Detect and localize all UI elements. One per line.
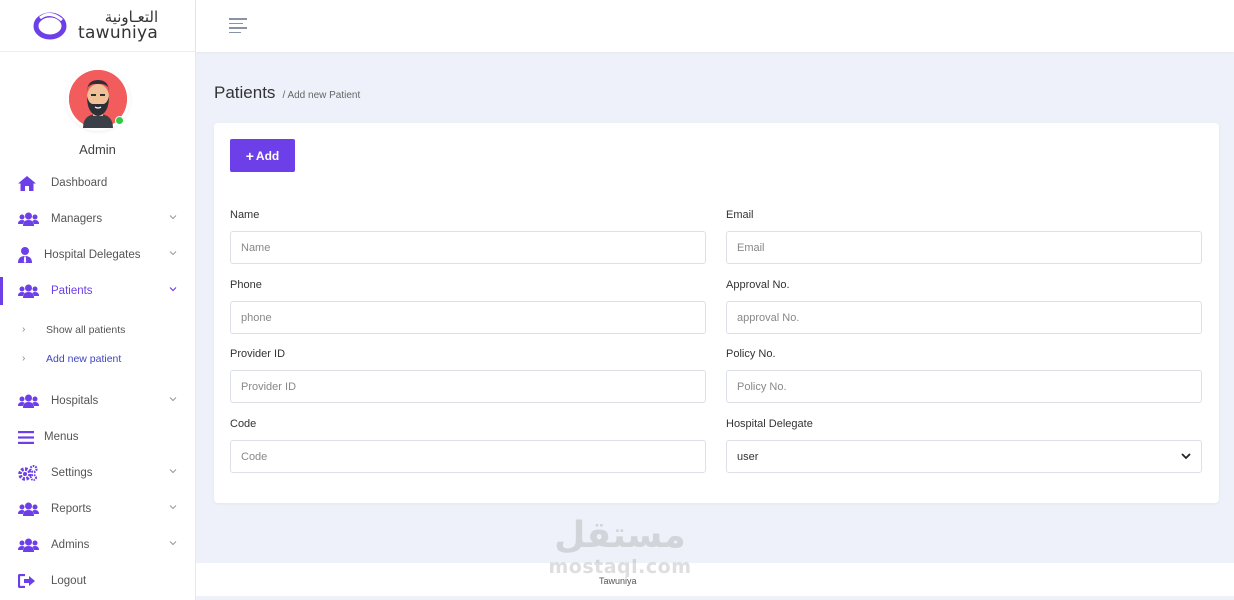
- users-icon: [18, 538, 40, 552]
- hospital-delegate-select[interactable]: user: [726, 440, 1202, 473]
- breadcrumb: / Add new Patient: [282, 90, 361, 101]
- sidebar-item-label: Logout: [51, 575, 87, 587]
- watermark-ar: مستقل: [554, 515, 686, 556]
- code-label: Code: [230, 418, 257, 430]
- sidebar-item-reports[interactable]: Reports: [0, 491, 195, 527]
- phone-field-group: Phone: [230, 279, 706, 334]
- hospital-delegate-label: Hospital Delegate: [726, 418, 813, 430]
- page-header: Patients / Add new Patient: [214, 83, 360, 103]
- policy-label: Policy No.: [726, 348, 776, 360]
- patients-submenu: › Show all patients › Add new patient: [0, 309, 195, 383]
- sidebar-subitem-label: Add new patient: [46, 352, 122, 365]
- provider-id-input[interactable]: [230, 370, 706, 403]
- sidebar-item-label: Menus: [44, 431, 79, 443]
- topbar: [196, 0, 1234, 52]
- chevron-down-icon: [1181, 453, 1191, 460]
- sidebar-item-label: Patients: [51, 285, 93, 297]
- sidebar-item-admins[interactable]: Admins: [0, 527, 195, 563]
- add-patient-card: + Add Name Email Phone Approval No. Prov…: [214, 123, 1219, 503]
- sidebar-item-label: Admins: [51, 539, 90, 551]
- add-button-label: Add: [255, 148, 280, 163]
- chevron-down-icon: [169, 215, 177, 220]
- users-icon: [18, 284, 40, 298]
- cogs-icon: [18, 465, 40, 481]
- sidebar-item-menus[interactable]: Menus: [0, 419, 195, 455]
- sidebar-item-hospital-delegates[interactable]: Hospital Delegates: [0, 237, 195, 273]
- footer: Tawuniya: [196, 563, 1234, 596]
- chevron-down-icon: [169, 469, 177, 474]
- chevron-right-icon: ›: [22, 324, 26, 335]
- users-icon: [18, 212, 40, 226]
- email-input[interactable]: [726, 231, 1202, 264]
- patients-submenu-wrapper: › Show all patients › Add new patient: [0, 309, 195, 383]
- sidebar-subitem-add-new-patient[interactable]: › Add new patient: [0, 344, 195, 373]
- users-icon: [18, 394, 40, 408]
- menu-icon: [18, 430, 34, 444]
- plus-icon: +: [245, 147, 254, 164]
- policy-no-input[interactable]: [726, 370, 1202, 403]
- sidebar-item-label: Settings: [51, 467, 93, 479]
- phone-label: Phone: [230, 279, 262, 291]
- code-field-group: Code: [230, 418, 706, 473]
- provider-field-group: Provider ID: [230, 348, 706, 403]
- sidebar-toggle-icon[interactable]: [229, 18, 247, 34]
- chevron-right-icon: ›: [22, 353, 26, 364]
- brand-logo[interactable]: التعـاونية tawuniya: [0, 0, 195, 52]
- approval-label: Approval No.: [726, 279, 790, 291]
- logout-icon: [18, 574, 40, 588]
- sidebar-subitem-label: Show all patients: [46, 323, 126, 336]
- sidebar-item-label: Dashboard: [51, 177, 108, 189]
- page-title: Patients: [214, 83, 276, 102]
- email-field-group: Email: [726, 209, 1202, 264]
- sidebar-item-managers[interactable]: Managers: [0, 201, 195, 237]
- sidebar-item-logout[interactable]: Logout: [0, 563, 195, 599]
- sidebar-item-hospitals[interactable]: Hospitals: [0, 383, 195, 419]
- chevron-down-icon: [169, 505, 177, 510]
- sidebar-item-label: Hospitals: [51, 395, 99, 407]
- profile-name: Admin: [79, 142, 116, 157]
- sidebar-item-dashboard[interactable]: Dashboard: [0, 165, 195, 201]
- user-profile: Admin: [0, 52, 195, 157]
- sidebar-subitem-show-all-patients[interactable]: › Show all patients: [0, 315, 195, 344]
- hospital-delegate-field-group: Hospital Delegate user: [726, 418, 1202, 473]
- sidebar: التعـاونية tawuniya Admin Dashboard Mana…: [0, 0, 196, 600]
- chevron-down-icon: [169, 541, 177, 546]
- chevron-down-icon: [169, 397, 177, 402]
- provider-label: Provider ID: [230, 348, 286, 360]
- sidebar-item-patients[interactable]: Patients: [0, 273, 195, 309]
- sidebar-item-label: Managers: [51, 213, 103, 225]
- approval-input[interactable]: [726, 301, 1202, 334]
- hospital-delegate-value: user: [737, 450, 759, 463]
- policy-field-group: Policy No.: [726, 348, 1202, 403]
- users-icon: [18, 502, 40, 516]
- add-button[interactable]: + Add: [230, 139, 295, 172]
- home-icon: [18, 175, 40, 191]
- brand-name-en: tawuniya: [78, 22, 159, 43]
- user-tie-icon: [18, 247, 34, 263]
- email-label: Email: [726, 209, 754, 221]
- sidebar-menu: Dashboard Managers Hospital Delegates Pa…: [0, 165, 195, 599]
- name-field-group: Name: [230, 209, 706, 264]
- footer-text: Tawuniya: [599, 576, 637, 586]
- chevron-down-icon: [169, 287, 177, 292]
- sidebar-item-settings[interactable]: Settings: [0, 455, 195, 491]
- name-label: Name: [230, 209, 260, 221]
- sidebar-item-label: Hospital Delegates: [44, 249, 141, 261]
- tawuniya-logo-icon: [33, 12, 67, 39]
- approval-field-group: Approval No.: [726, 279, 1202, 334]
- code-input[interactable]: [230, 440, 706, 473]
- chevron-down-icon: [169, 251, 177, 256]
- sidebar-item-label: Reports: [51, 503, 92, 515]
- phone-input[interactable]: [230, 301, 706, 334]
- avatar[interactable]: [68, 70, 127, 128]
- name-input[interactable]: [230, 231, 706, 264]
- online-status-dot: [114, 116, 124, 125]
